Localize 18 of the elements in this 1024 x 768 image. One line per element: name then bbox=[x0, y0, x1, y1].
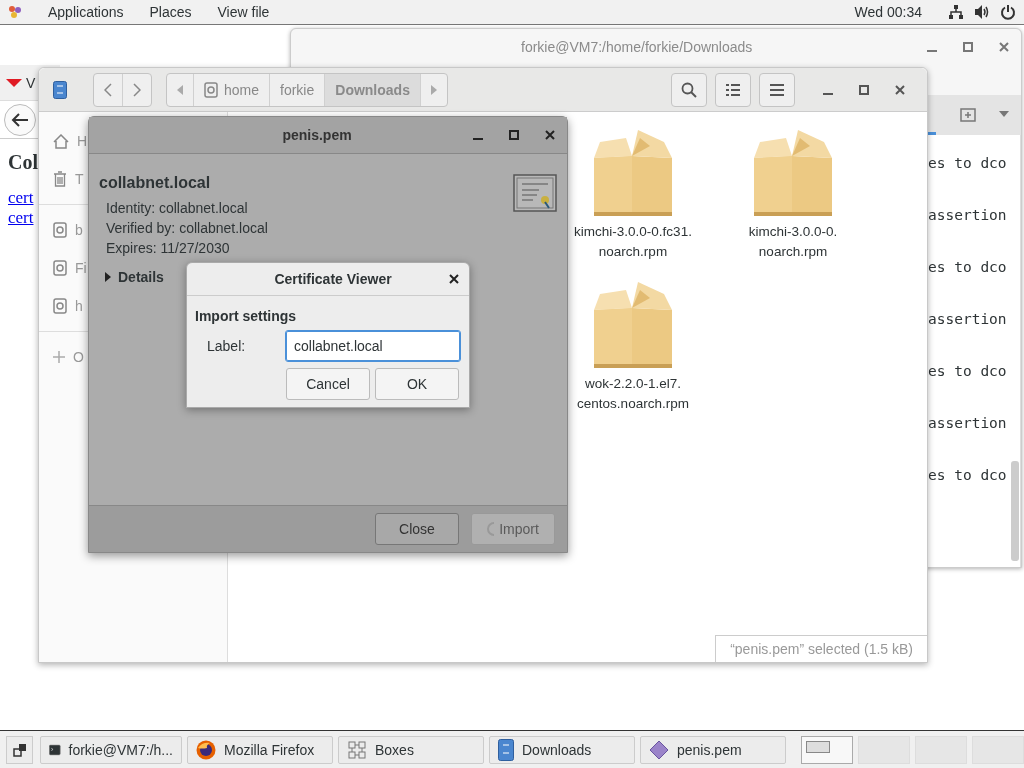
terminal-line: assertion bbox=[928, 415, 1008, 431]
terminal-line: es to dco bbox=[928, 155, 1008, 171]
page-heading: Col bbox=[8, 151, 38, 174]
terminal-line: es to dco bbox=[928, 259, 1008, 275]
window-title: forkie@VM7:/home/forkie/Downloads bbox=[521, 39, 754, 55]
dialog-title: penis.pem bbox=[281, 127, 353, 143]
certificate-subject: collabnet.local bbox=[99, 174, 212, 192]
status-bar: “penis.pem” selected (1.5 kB) bbox=[715, 635, 927, 662]
field-label: Label: bbox=[207, 338, 247, 354]
certificate-field: Verified by: collabnet.local bbox=[99, 220, 513, 236]
terminal-line: es to dco bbox=[928, 363, 1008, 379]
terminal-line: assertion bbox=[928, 311, 1008, 327]
terminal-line: es to dco bbox=[928, 467, 1008, 483]
dialog-title: Certificate Viewer bbox=[273, 271, 393, 287]
section-heading: Import settings bbox=[195, 308, 298, 324]
certificate-field: Identity: collabnet.local bbox=[99, 200, 513, 216]
terminal-line: assertion bbox=[928, 207, 1008, 223]
certificate-field: Expires: 11/27/2030 bbox=[99, 240, 513, 256]
